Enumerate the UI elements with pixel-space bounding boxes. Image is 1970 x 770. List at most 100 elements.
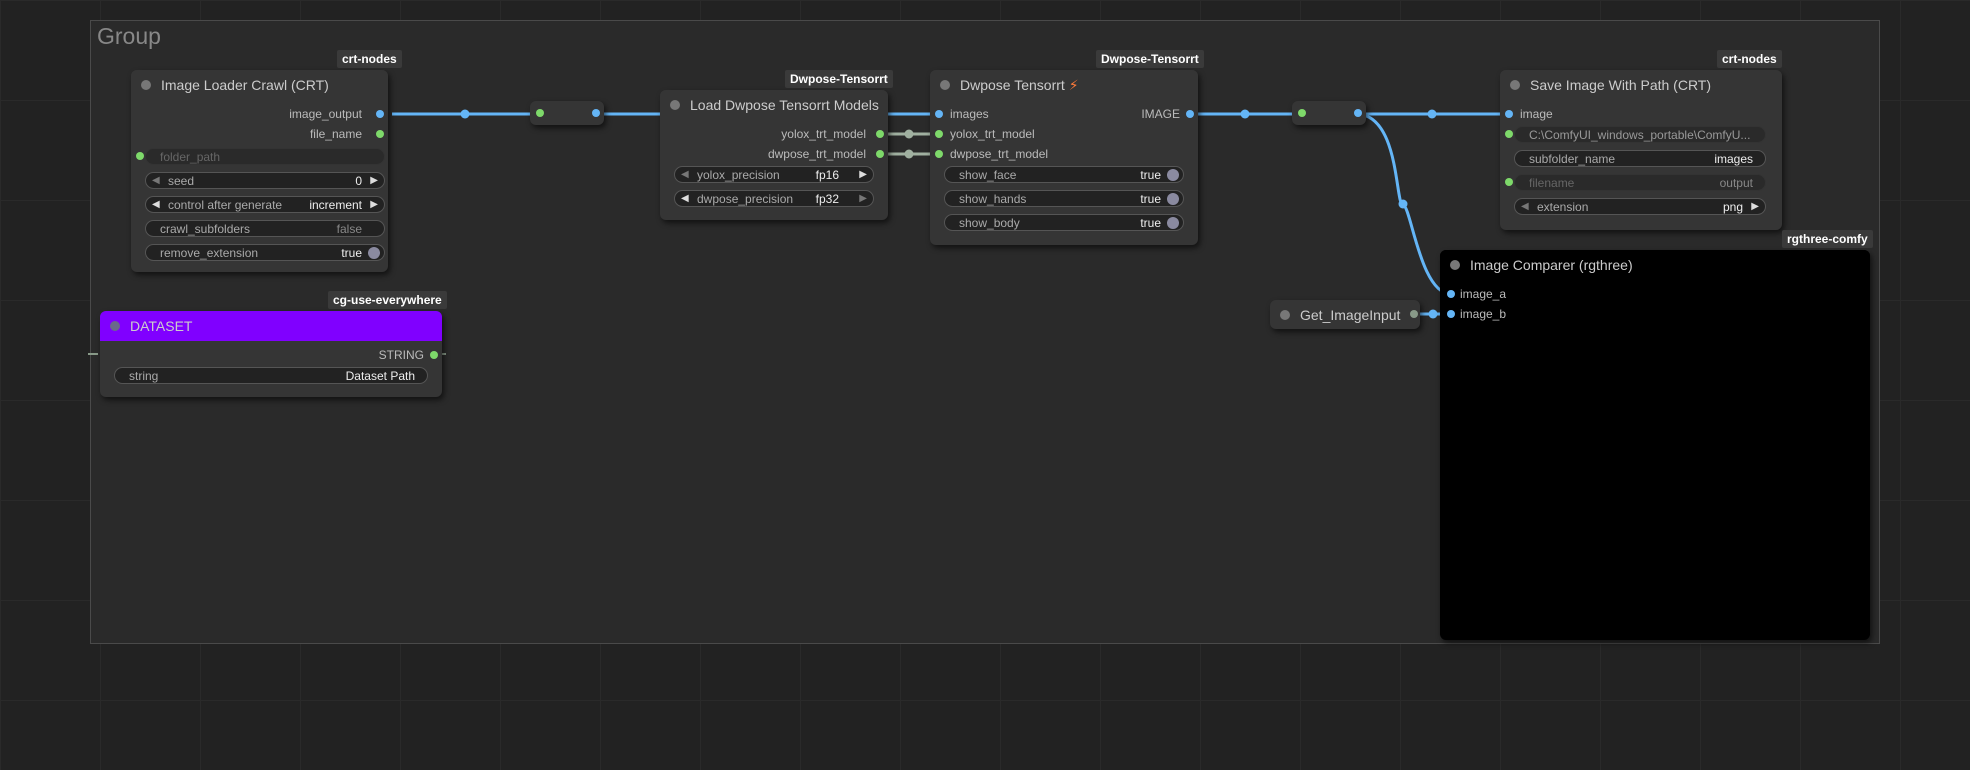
output-image-slot[interactable] (1186, 110, 1194, 118)
input-filename-slot[interactable] (1505, 178, 1513, 186)
lightning-icon: ⚡ (1068, 77, 1079, 93)
remove-extension-toggle[interactable]: remove_extension true (145, 244, 385, 261)
node-header[interactable]: Image Loader Crawl (CRT) (131, 70, 388, 100)
remove-extension-label: remove_extension (160, 246, 259, 260)
input-image-b-slot[interactable] (1447, 310, 1455, 318)
extension-widget[interactable]: ◀ extension png ▶ (1514, 198, 1766, 215)
input-image-b-label: image_b (1460, 307, 1507, 321)
show-body-toggle[interactable]: show_body true (944, 214, 1184, 231)
yolox-precision-widget[interactable]: ◀ yolox_precision fp16 ▶ (674, 166, 874, 183)
output-dwpose-model-slot[interactable] (876, 150, 884, 158)
reroute-input-slot[interactable] (536, 109, 544, 117)
node-dwpose-tensorrt[interactable]: Dwpose Tensorrt ⚡ images yolox_trt_model… (930, 70, 1198, 245)
output-image-output-label: image_output (289, 107, 362, 121)
show-body-label: show_body (959, 216, 1020, 230)
node-title: Get_ImageInput (1300, 307, 1401, 323)
seed-widget[interactable]: ◀ seed 0 ▶ (145, 172, 385, 189)
increment-arrow-icon[interactable]: ▶ (859, 169, 867, 180)
output-file-name-slot[interactable] (376, 130, 384, 138)
link-midpoint-3 (1427, 109, 1437, 119)
badge-comparer: rgthree-comfy (1782, 230, 1873, 248)
output-slot[interactable] (1410, 310, 1418, 318)
toggle-knob-icon (1167, 217, 1179, 229)
input-folder-path-slot[interactable] (136, 152, 144, 160)
yolox-precision-label: yolox_precision (697, 168, 780, 182)
crawl-subfolders-label: crawl_subfolders (160, 222, 251, 236)
input-dwpose-slot[interactable] (935, 150, 943, 158)
show-face-toggle[interactable]: show_face true (944, 166, 1184, 183)
link-midpoint-5 (1428, 309, 1438, 319)
control-after-generate-widget[interactable]: ◀ control after generate increment ▶ (145, 196, 385, 213)
show-hands-toggle[interactable]: show_hands true (944, 190, 1184, 207)
badge-dwpose: Dwpose-Tensorrt (1096, 50, 1204, 68)
node-header[interactable]: Image Comparer (rgthree) (1440, 250, 1870, 280)
output-yolox-model-label: yolox_trt_model (781, 127, 866, 141)
string-field[interactable]: string Dataset Path (114, 367, 428, 384)
reroute-output-slot[interactable] (1354, 109, 1362, 117)
increment-arrow-icon[interactable]: ▶ (370, 199, 378, 210)
input-images-label: images (950, 107, 989, 121)
node-image-comparer[interactable]: Image Comparer (rgthree) image_a image_b (1440, 250, 1870, 640)
control-after-generate-label: control after generate (168, 198, 283, 212)
node-header[interactable]: DATASET (100, 311, 442, 341)
node-header[interactable]: Save Image With Path (CRT) (1500, 70, 1782, 100)
collapse-dot-icon[interactable] (110, 321, 120, 331)
node-load-dwpose-tensorrt-models[interactable]: Load Dwpose Tensorrt Models yolox_trt_mo… (660, 90, 888, 220)
decrement-arrow-icon[interactable]: ◀ (152, 199, 160, 210)
extension-label: extension (1537, 200, 1589, 214)
extension-value: png (1722, 200, 1743, 214)
node-save-image-with-path[interactable]: Save Image With Path (CRT) image C:\Comf… (1500, 70, 1782, 230)
input-images-slot[interactable] (935, 110, 943, 118)
node-image-loader-crawl[interactable]: Image Loader Crawl (CRT) image_output fi… (131, 70, 388, 272)
output-file-name-label: file_name (309, 127, 362, 141)
filename-field[interactable]: filename output (1514, 174, 1766, 191)
input-image-a-slot[interactable] (1447, 290, 1455, 298)
node-graph-canvas[interactable]: Group crt-nodes Image Loader Crawl (CRT)… (0, 0, 1970, 770)
node-header[interactable]: Dwpose Tensorrt ⚡ (930, 70, 1198, 100)
crawl-subfolders-toggle[interactable]: crawl_subfolders false (145, 220, 385, 237)
input-image-slot[interactable] (1505, 110, 1513, 118)
input-yolox-slot[interactable] (935, 130, 943, 138)
input-image-label: image (1520, 107, 1553, 121)
increment-arrow-icon[interactable]: ▶ (370, 175, 378, 186)
collapse-dot-icon[interactable] (141, 80, 151, 90)
collapse-dot-icon[interactable] (1510, 80, 1520, 90)
reroute-node-2[interactable] (1292, 101, 1366, 125)
input-path-slot[interactable] (1505, 130, 1513, 138)
reroute-input-slot[interactable] (1298, 109, 1306, 117)
node-dataset[interactable]: DATASET STRING string Dataset Path (100, 311, 442, 397)
toggle-knob-icon (368, 247, 380, 259)
node-get-image-input[interactable]: Get_ImageInput (1270, 300, 1420, 329)
collapse-dot-icon[interactable] (940, 80, 950, 90)
collapse-dot-icon[interactable] (1450, 260, 1460, 270)
increment-arrow-icon[interactable]: ▶ (1751, 201, 1759, 212)
yolox-precision-value: fp16 (815, 168, 839, 182)
dwpose-precision-widget[interactable]: ◀ dwpose_precision fp32 ▶ (674, 190, 874, 207)
seed-value: 0 (355, 174, 362, 188)
decrement-arrow-icon[interactable]: ◀ (681, 193, 689, 204)
node-title: Load Dwpose Tensorrt Models (690, 97, 879, 113)
folder-path-field[interactable]: folder_path (145, 148, 385, 165)
decrement-arrow-icon[interactable]: ◀ (152, 175, 160, 186)
input-yolox-label: yolox_trt_model (950, 127, 1035, 141)
output-image-output-slot[interactable] (376, 110, 384, 118)
remove-extension-value: true (341, 246, 362, 260)
input-image-a-label: image_a (1460, 287, 1507, 301)
collapse-dot-icon[interactable] (670, 100, 680, 110)
link-midpoint-4 (1398, 199, 1408, 209)
decrement-arrow-icon[interactable]: ◀ (1521, 201, 1529, 212)
collapse-dot-icon[interactable] (1280, 310, 1290, 320)
input-dwpose-label: dwpose_trt_model (950, 147, 1049, 161)
output-yolox-model-slot[interactable] (876, 130, 884, 138)
node-header[interactable]: Load Dwpose Tensorrt Models (660, 90, 888, 120)
output-string-slot[interactable] (430, 351, 438, 359)
reroute-output-slot[interactable] (592, 109, 600, 117)
increment-arrow-icon[interactable]: ▶ (859, 193, 867, 204)
decrement-arrow-icon[interactable]: ◀ (681, 169, 689, 180)
reroute-node-1[interactable] (530, 101, 604, 125)
link-midpoint-2 (1240, 109, 1250, 119)
path-field[interactable]: C:\ComfyUI_windows_portable\ComfyU... (1514, 126, 1766, 143)
node-title: Dwpose Tensorrt ⚡ (960, 77, 1079, 94)
folder-path-label: folder_path (160, 150, 221, 164)
subfolder-name-field[interactable]: subfolder_name images (1514, 150, 1766, 167)
